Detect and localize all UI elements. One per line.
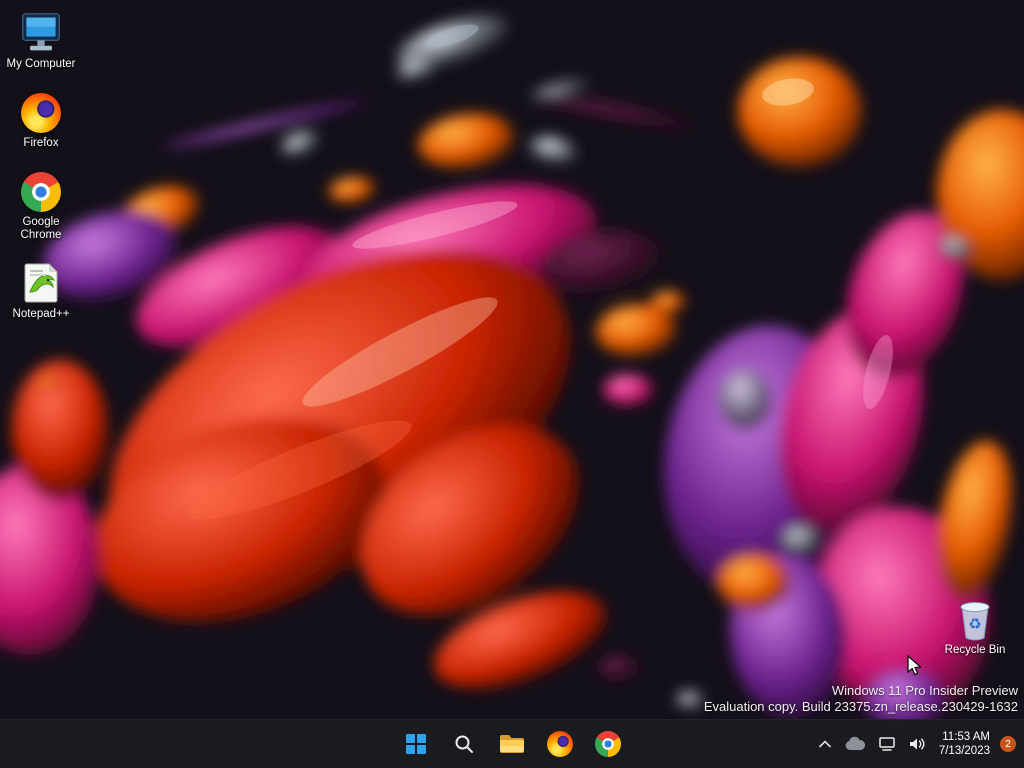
- onedrive-button[interactable]: [839, 724, 871, 764]
- desktop: My Computer Firefox Google Chrome Notepa…: [0, 0, 1024, 768]
- desktop-icon-column: My Computer Firefox Google Chrome Notepa…: [2, 6, 80, 325]
- desktop-icon-recycle-bin[interactable]: ♻ Recycle Bin: [938, 596, 1012, 659]
- volume-button[interactable]: [903, 724, 931, 764]
- chrome-icon: [21, 168, 61, 212]
- start-button[interactable]: [396, 724, 436, 764]
- svg-text:♻: ♻: [968, 616, 981, 633]
- watermark-line2: Evaluation copy. Build 23375.zn_release.…: [703, 698, 1018, 714]
- firefox-icon: [547, 731, 573, 757]
- system-tray: 11:53 AM 7/13/2023 2: [813, 720, 1022, 768]
- wallpaper: [0, 0, 1024, 768]
- firefox-taskbar-button[interactable]: [540, 724, 580, 764]
- notepadpp-icon: [21, 260, 61, 304]
- desktop-icon-notepadpp[interactable]: Notepad++: [2, 256, 80, 325]
- network-button[interactable]: [873, 724, 901, 764]
- insider-watermark: Windows 11 Pro Insider Preview Evaluatio…: [704, 683, 1018, 714]
- recycle-bin-icon: ♻: [960, 602, 990, 641]
- desktop-icon-label: Google Chrome: [20, 216, 62, 241]
- desktop-icon-label: Notepad++: [12, 308, 70, 320]
- notification-badge[interactable]: 2: [1000, 736, 1016, 752]
- search-icon: [455, 735, 473, 753]
- desktop-icon-label: Firefox: [23, 137, 59, 149]
- taskbar: 11:53 AM 7/13/2023 2: [0, 719, 1024, 768]
- network-icon: [879, 737, 895, 751]
- watermark-line1: Windows 11 Pro Insider Preview: [831, 683, 1018, 698]
- firefox-icon: [21, 89, 61, 133]
- file-explorer-button[interactable]: [492, 724, 532, 764]
- onedrive-cloud-icon: [845, 736, 865, 750]
- chrome-icon: [595, 731, 621, 757]
- file-explorer-icon: [500, 735, 524, 753]
- clock[interactable]: 11:53 AM 7/13/2023: [933, 724, 996, 764]
- desktop-icon-label: Recycle Bin: [944, 644, 1006, 656]
- chrome-taskbar-button[interactable]: [588, 724, 628, 764]
- clock-date: 7/13/2023: [938, 745, 990, 757]
- desktop-icon-my-computer[interactable]: My Computer: [2, 6, 80, 75]
- windows-start-icon: [406, 734, 426, 754]
- hidden-icons-button[interactable]: [813, 724, 837, 764]
- desktop-icon-firefox[interactable]: Firefox: [2, 85, 80, 154]
- volume-icon: [909, 738, 925, 750]
- desktop-icon-label: My Computer: [6, 58, 76, 70]
- clock-time: 11:53 AM: [942, 731, 990, 743]
- search-button[interactable]: [444, 724, 484, 764]
- taskbar-center-buttons: [396, 720, 628, 768]
- desktop-icon-google-chrome[interactable]: Google Chrome: [2, 164, 80, 246]
- my-computer-icon: [19, 10, 63, 54]
- chevron-up-icon: [819, 740, 831, 748]
